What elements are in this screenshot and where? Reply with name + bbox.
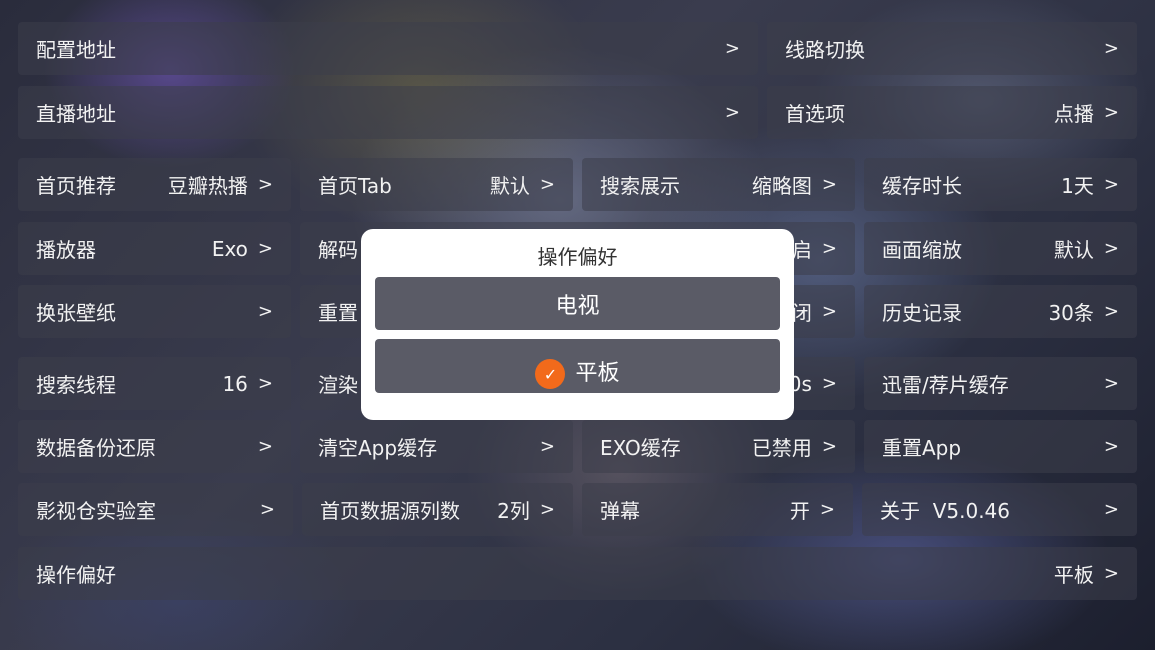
chevron-right-icon: >	[819, 499, 835, 520]
render-label: 渲染	[318, 373, 358, 397]
exo-cache-value: 已禁用	[751, 436, 812, 460]
chevron-right-icon: >	[821, 174, 837, 195]
wallpaper-item[interactable]: 换张壁纸 >	[18, 285, 291, 338]
search-display-item[interactable]: 搜索展示 缩略图 >	[582, 158, 855, 211]
chevron-right-icon: >	[1103, 436, 1119, 457]
home-columns-label: 首页数据源列数	[320, 499, 460, 523]
danmaku-label: 弹幕	[600, 499, 640, 523]
preference-item[interactable]: 首选项 点播 >	[767, 86, 1137, 139]
line-switch-label: 线路切换	[785, 38, 865, 62]
reset-col2-label: 重置	[318, 301, 358, 325]
home-columns-item[interactable]: 首页数据源列数 2列 >	[302, 483, 573, 536]
about-label: 关于 V5.0.46	[880, 499, 1011, 523]
config-url-label: 配置地址	[36, 38, 116, 62]
exo-cache-item[interactable]: EXO缓存 已禁用 >	[582, 420, 855, 473]
chevron-right-icon: >	[821, 301, 837, 322]
chevron-right-icon: >	[821, 373, 837, 394]
danmaku-value: 开	[789, 499, 810, 523]
chevron-right-icon: >	[1103, 102, 1119, 123]
search-display-label: 搜索展示	[600, 174, 680, 198]
home-tab-value: 默认	[489, 174, 530, 198]
reset-app-item[interactable]: 重置App >	[864, 420, 1137, 473]
chevron-right-icon: >	[724, 102, 740, 123]
search-threads-value: 16	[222, 371, 248, 396]
chevron-right-icon: >	[1103, 301, 1119, 322]
line-switch-item[interactable]: 线路切换 >	[767, 22, 1137, 75]
home-recommend-label: 首页推荐	[36, 174, 116, 198]
chevron-right-icon: >	[1103, 174, 1119, 195]
operation-pref-dialog: 操作偏好 电视 ✓ 平板	[361, 229, 794, 420]
config-url-item[interactable]: 配置地址 >	[18, 22, 758, 75]
decode-label: 解码	[318, 238, 358, 262]
chevron-right-icon: >	[257, 301, 273, 322]
operation-pref-value: 平板	[1053, 563, 1094, 587]
option-tablet-label: 平板	[575, 361, 620, 386]
chevron-right-icon: >	[821, 238, 837, 259]
search-threads-label: 搜索线程	[36, 373, 116, 397]
option-tablet[interactable]: ✓ 平板	[375, 339, 780, 393]
player-label: 播放器	[36, 238, 96, 262]
search-threads-item[interactable]: 搜索线程 16 >	[18, 357, 291, 410]
chevron-right-icon: >	[539, 174, 555, 195]
chevron-right-icon: >	[257, 238, 273, 259]
cache-duration-value: 1天	[1061, 174, 1094, 198]
chevron-right-icon: >	[257, 436, 273, 457]
xunlei-cache-item[interactable]: 迅雷/荐片缓存 >	[864, 357, 1137, 410]
backup-restore-label: 数据备份还原	[36, 436, 156, 460]
home-columns-value: 2列	[497, 499, 530, 523]
backup-restore-item[interactable]: 数据备份还原 >	[18, 420, 291, 473]
chevron-right-icon: >	[821, 436, 837, 457]
decode-value: 启	[791, 238, 812, 262]
lab-label: 影视仓实验室	[36, 499, 156, 523]
reset-col2-value: 闭	[791, 301, 812, 325]
chevron-right-icon: >	[1103, 38, 1119, 59]
chevron-right-icon: >	[1103, 499, 1119, 520]
option-tv[interactable]: 电视	[375, 277, 780, 330]
chevron-right-icon: >	[539, 436, 555, 457]
reset-app-label: 重置App	[882, 436, 962, 460]
chevron-right-icon: >	[1103, 238, 1119, 259]
screen-scale-label: 画面缩放	[882, 238, 962, 262]
chevron-right-icon: >	[724, 38, 740, 59]
option-tv-label: 电视	[555, 293, 600, 319]
operation-pref-item[interactable]: 操作偏好 平板 >	[18, 547, 1137, 600]
chevron-right-icon: >	[257, 174, 273, 195]
history-value: 30条	[1048, 301, 1094, 325]
player-value: Exo	[211, 236, 248, 261]
live-url-item[interactable]: 直播地址 >	[18, 86, 758, 139]
chevron-right-icon: >	[539, 499, 555, 520]
cache-duration-item[interactable]: 缓存时长 1天 >	[864, 158, 1137, 211]
preference-label: 首选项	[785, 102, 845, 126]
home-tab-label: 首页Tab	[318, 174, 392, 198]
danmaku-item[interactable]: 弹幕 开 >	[582, 483, 853, 536]
screen-scale-value: 默认	[1053, 238, 1094, 262]
dialog-title: 操作偏好	[537, 245, 618, 269]
home-tab-item[interactable]: 首页Tab 默认 >	[300, 158, 573, 211]
screen-scale-item[interactable]: 画面缩放 默认 >	[864, 222, 1137, 275]
clear-cache-label: 清空App缓存	[318, 436, 438, 460]
about-item[interactable]: 关于 V5.0.46 >	[862, 483, 1137, 536]
operation-pref-label: 操作偏好	[36, 563, 116, 587]
home-recommend-value: 豆瓣热播	[167, 174, 248, 198]
check-icon: ✓	[535, 359, 566, 389]
wallpaper-label: 换张壁纸	[36, 301, 116, 325]
chevron-right-icon: >	[259, 499, 275, 520]
xunlei-cache-label: 迅雷/荐片缓存	[882, 373, 1009, 397]
chevron-right-icon: >	[257, 373, 273, 394]
exo-cache-label: EXO缓存	[600, 436, 681, 460]
live-url-label: 直播地址	[36, 102, 116, 126]
history-label: 历史记录	[882, 301, 962, 325]
search-display-value: 缩略图	[751, 174, 812, 198]
preference-value: 点播	[1053, 102, 1094, 126]
chevron-right-icon: >	[1103, 563, 1119, 584]
clear-cache-item[interactable]: 清空App缓存 >	[300, 420, 573, 473]
home-recommend-item[interactable]: 首页推荐 豆瓣热播 >	[18, 158, 291, 211]
chevron-right-icon: >	[1103, 373, 1119, 394]
player-item[interactable]: 播放器 Exo >	[18, 222, 291, 275]
lab-item[interactable]: 影视仓实验室 >	[18, 483, 293, 536]
cache-duration-label: 缓存时长	[882, 174, 962, 198]
history-item[interactable]: 历史记录 30条 >	[864, 285, 1137, 338]
